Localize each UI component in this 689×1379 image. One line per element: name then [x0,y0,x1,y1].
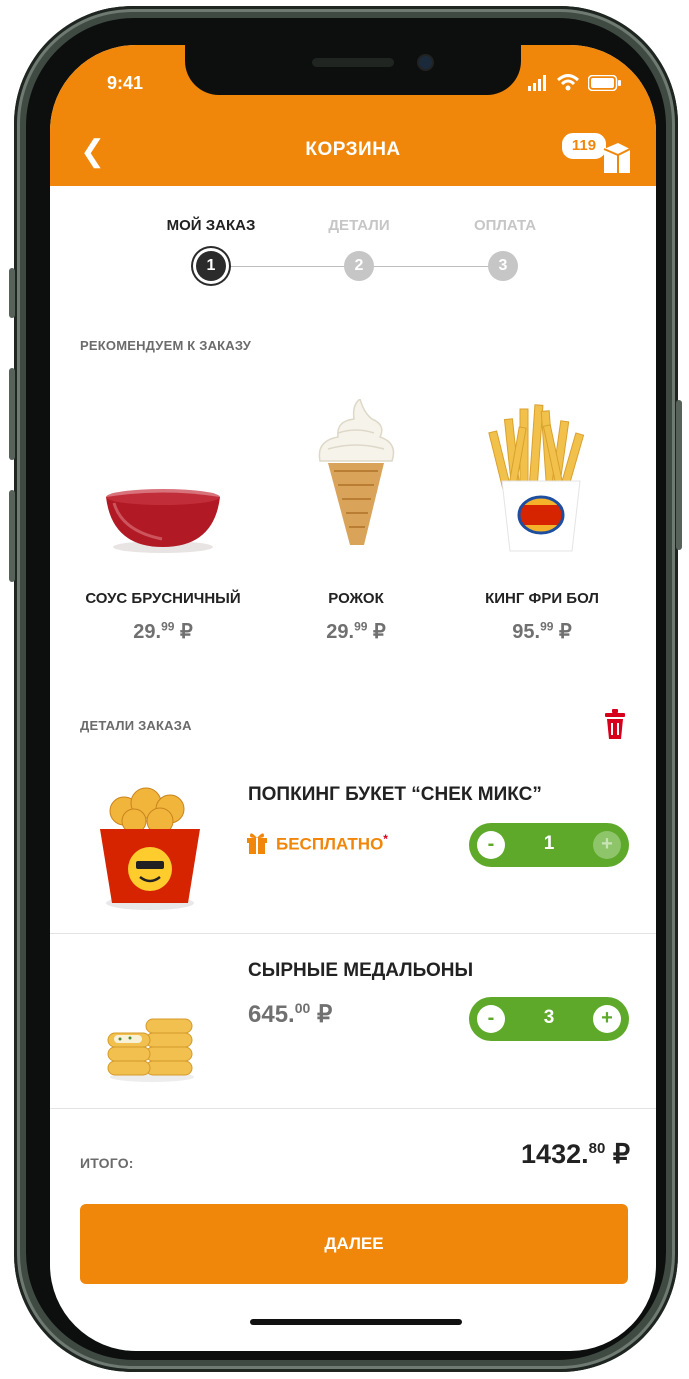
rec-name-fries: КИНГ ФРИ БОЛ [485,590,599,607]
battery-icon [588,75,621,91]
rec-price-fries: 95.99 ₽ [512,619,572,643]
item-divider [50,933,656,934]
next-button[interactable]: ДАЛЕЕ [80,1204,628,1284]
step-dot-2: 2 [344,251,374,281]
cone-image[interactable] [314,399,398,549]
mute-switch [9,268,15,318]
minus-button[interactable]: - [477,1005,505,1033]
volume-up-button [9,368,15,460]
power-button [676,400,682,550]
bag-icon[interactable] [600,139,634,177]
cheese-medallions-image[interactable] [104,1013,196,1083]
speaker [312,58,394,67]
rec-name-cone: РОЖОК [328,590,384,607]
minus-button[interactable]: - [477,831,505,859]
step-dot-1: 1 [196,251,226,281]
step-label-my-order: МОЙ ЗАКАЗ [166,217,256,234]
plus-button: + [593,831,621,859]
quantity-stepper-popking: - 1 + [469,823,629,867]
step-label-details: ДЕТАЛИ [328,217,390,234]
quantity-stepper-cheese: - 3 + [469,997,629,1041]
status-time: 9:41 [107,73,144,93]
step-dot-3: 3 [488,251,518,281]
order-heading: ДЕТАЛИ ЗАКАЗА [80,718,192,733]
volume-down-button [9,490,15,582]
fries-image[interactable] [486,401,596,553]
front-camera [419,56,432,69]
item-price-cheese: 645.00 ₽ [248,1000,333,1028]
free-label: БЕСПЛАТНО* [276,832,388,854]
quantity-value: 1 [543,833,555,854]
rec-price-cone: 29.99 ₽ [326,619,386,643]
home-indicator[interactable] [250,1319,462,1325]
gift-icon [247,833,267,854]
quantity-value: 3 [543,1007,555,1028]
total-label: ИТОГО: [80,1155,134,1171]
recommend-heading: РЕКОМЕНДУЕМ К ЗАКАЗУ [80,338,252,353]
sauce-image[interactable] [102,485,224,555]
trash-icon[interactable] [603,709,627,739]
total-divider [50,1108,656,1109]
wifi-icon [557,74,579,91]
rec-price-sauce: 29.99 ₽ [133,619,193,643]
step-label-payment: ОПЛАТА [473,217,537,234]
total-value: 1432.80 ₽ [521,1139,630,1169]
plus-button[interactable]: + [593,1005,621,1033]
rec-name-sauce: СОУС БРУСНИЧНЫЙ [85,590,241,607]
notch [185,45,521,95]
popking-bucket-image[interactable] [94,781,206,911]
app-screen: 9:41 ❮ КОРЗИНА 119 МОЙ ЗАКАЗ ДЕТАЛИ ОПЛА… [50,45,656,1351]
signal-icon [528,75,546,91]
item-name-cheese: СЫРНЫЕ МЕДАЛЬОНЫ [248,960,474,981]
item-name-popking: ПОПКИНГ БУКЕТ “СНЕК МИКС” [248,784,542,805]
